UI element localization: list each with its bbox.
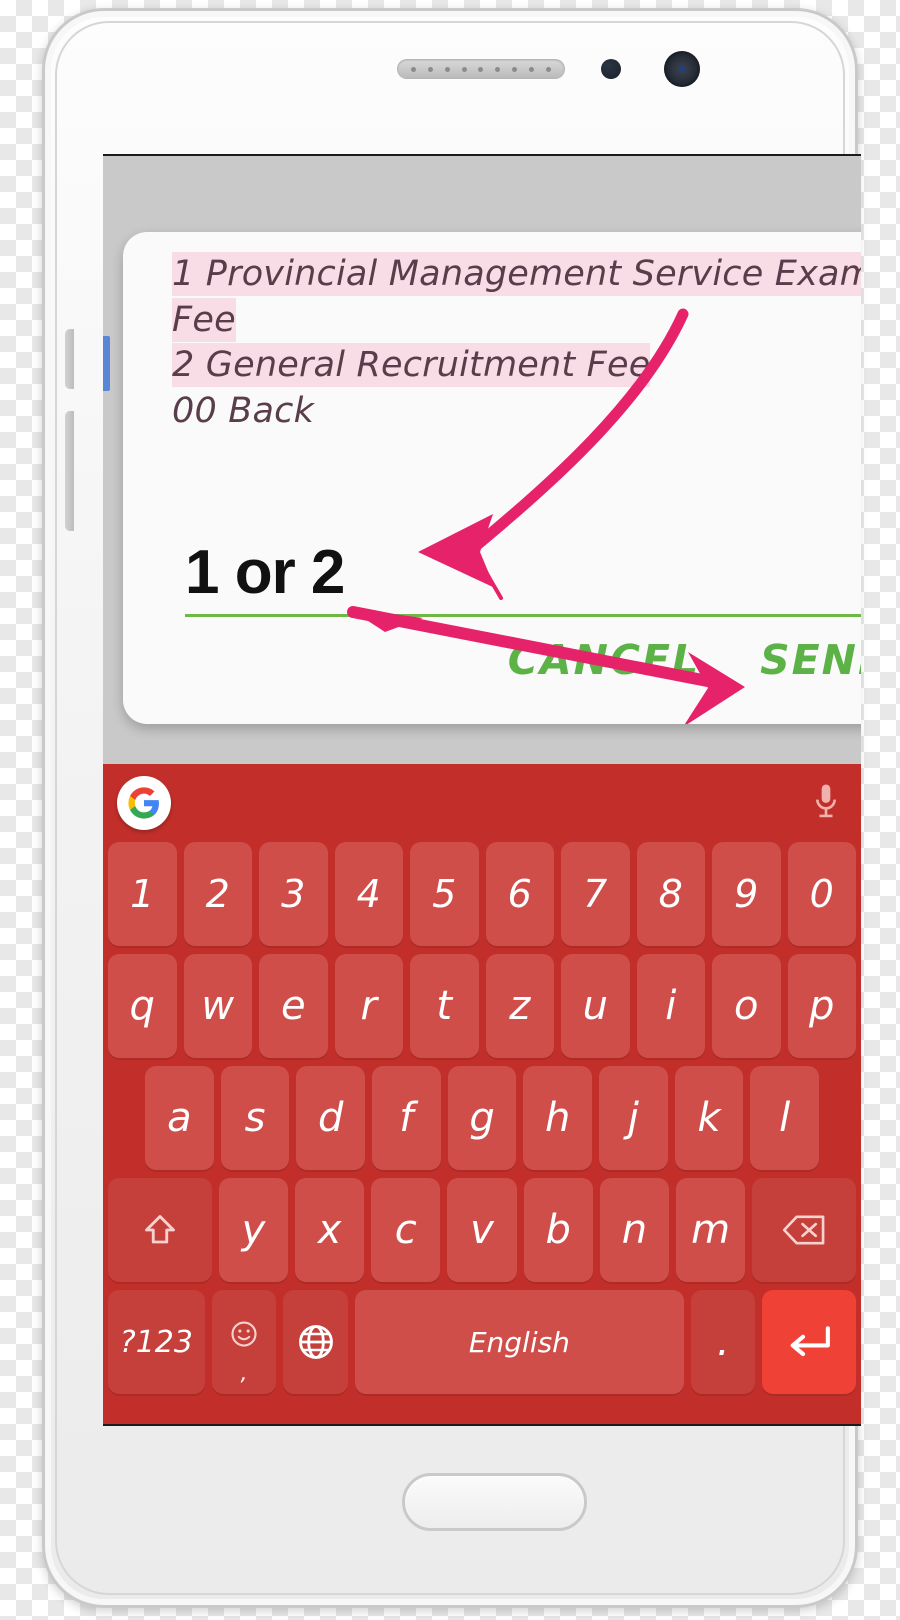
backspace-delete-icon <box>782 1215 825 1245</box>
on-screen-keyboard: 1 2 3 4 5 6 7 8 9 0 q w e r t z u i o p … <box>103 764 861 1424</box>
dialog-message-highlighted: 1 Provincial Management Service Exam Fee… <box>172 252 861 387</box>
keyboard-suggestion-bar <box>103 764 861 842</box>
dialog-action-bar: CANCEL SEND <box>508 636 861 684</box>
microphone-icon[interactable] <box>813 782 839 826</box>
key-s[interactable]: s <box>220 1066 290 1170</box>
key-d[interactable]: d <box>296 1066 366 1170</box>
key-m[interactable]: m <box>676 1178 746 1282</box>
key-u[interactable]: u <box>561 954 630 1058</box>
key-4[interactable]: 4 <box>334 842 403 946</box>
key-x[interactable]: x <box>295 1178 365 1282</box>
key-l[interactable]: l <box>750 1066 820 1170</box>
key-comma-label: , <box>240 1361 248 1386</box>
key-2[interactable]: 2 <box>183 842 252 946</box>
key-c[interactable]: c <box>371 1178 441 1282</box>
key-y[interactable]: y <box>218 1178 288 1282</box>
page-background: 1 Provincial Management Service Exam Fee… <box>0 0 900 1620</box>
globe-icon <box>298 1325 333 1359</box>
key-v[interactable]: v <box>447 1178 517 1282</box>
key-9[interactable]: 9 <box>712 842 781 946</box>
keyboard-function-row: ?123 , English . <box>103 1290 861 1402</box>
volume-down-button[interactable] <box>65 411 74 531</box>
google-logo-icon[interactable] <box>117 776 171 830</box>
emoji-smiley-icon <box>231 1321 257 1347</box>
key-0[interactable]: 0 <box>787 842 856 946</box>
key-r[interactable]: r <box>334 954 403 1058</box>
key-e[interactable]: e <box>259 954 328 1058</box>
key-z[interactable]: z <box>485 954 554 1058</box>
key-g[interactable]: g <box>447 1066 517 1170</box>
key-f[interactable]: f <box>372 1066 441 1170</box>
key-n[interactable]: n <box>599 1178 670 1282</box>
message-dialog: 1 Provincial Management Service Exam Fee… <box>123 232 861 724</box>
key-q[interactable]: q <box>108 954 177 1058</box>
key-7[interactable]: 7 <box>561 842 630 946</box>
cancel-button[interactable]: CANCEL <box>508 636 700 684</box>
home-button[interactable] <box>402 1473 587 1531</box>
front-camera-icon <box>664 51 700 87</box>
key-5[interactable]: 5 <box>410 842 479 946</box>
key-space[interactable]: English <box>354 1290 684 1394</box>
dialog-message-plain: 00 Back <box>172 390 315 431</box>
key-w[interactable]: w <box>183 954 252 1058</box>
key-enter[interactable] <box>762 1290 857 1394</box>
scroll-edge-indicator <box>103 336 110 391</box>
phone-screen: 1 Provincial Management Service Exam Fee… <box>103 154 861 1426</box>
key-language[interactable] <box>283 1290 348 1394</box>
message-input-value[interactable]: 1 or 2 <box>185 542 861 604</box>
send-button[interactable]: SEND <box>760 636 861 684</box>
key-1[interactable]: 1 <box>108 842 177 946</box>
key-6[interactable]: 6 <box>485 842 554 946</box>
key-j[interactable]: j <box>599 1066 668 1170</box>
input-underline <box>185 614 861 617</box>
speaker-grille-icon <box>397 59 565 79</box>
volume-up-button[interactable] <box>65 329 74 389</box>
key-h[interactable]: h <box>523 1066 593 1170</box>
key-a[interactable]: a <box>145 1066 214 1170</box>
keyboard-top-letter-row: q w e r t z u i o p <box>103 954 861 1066</box>
key-period[interactable]: . <box>690 1290 756 1394</box>
key-i[interactable]: i <box>636 954 705 1058</box>
keyboard-number-row: 1 2 3 4 5 6 7 8 9 0 <box>103 842 861 954</box>
key-t[interactable]: t <box>410 954 479 1058</box>
key-p[interactable]: p <box>787 954 856 1058</box>
phone-device-frame: 1 Provincial Management Service Exam Fee… <box>42 8 861 1608</box>
key-3[interactable]: 3 <box>259 842 328 946</box>
keyboard-bottom-letter-row: y x c v b n m <box>103 1178 861 1290</box>
key-shift[interactable] <box>108 1178 212 1282</box>
key-comma[interactable]: , <box>211 1290 277 1394</box>
key-symbols[interactable]: ?123 <box>108 1290 205 1394</box>
shift-up-arrow-icon <box>144 1215 175 1244</box>
dialog-message-text: 1 Provincial Management Service Exam Fee… <box>172 252 861 434</box>
key-b[interactable]: b <box>523 1178 593 1282</box>
key-backspace[interactable] <box>752 1178 857 1282</box>
key-8[interactable]: 8 <box>636 842 705 946</box>
enter-return-icon <box>790 1326 831 1357</box>
keyboard-home-letter-row: a s d f g h j k l <box>103 1066 861 1178</box>
proximity-sensor-icon <box>601 59 621 79</box>
message-input-field[interactable]: 1 or 2 <box>185 542 861 617</box>
key-k[interactable]: k <box>674 1066 744 1170</box>
key-o[interactable]: o <box>712 954 781 1058</box>
